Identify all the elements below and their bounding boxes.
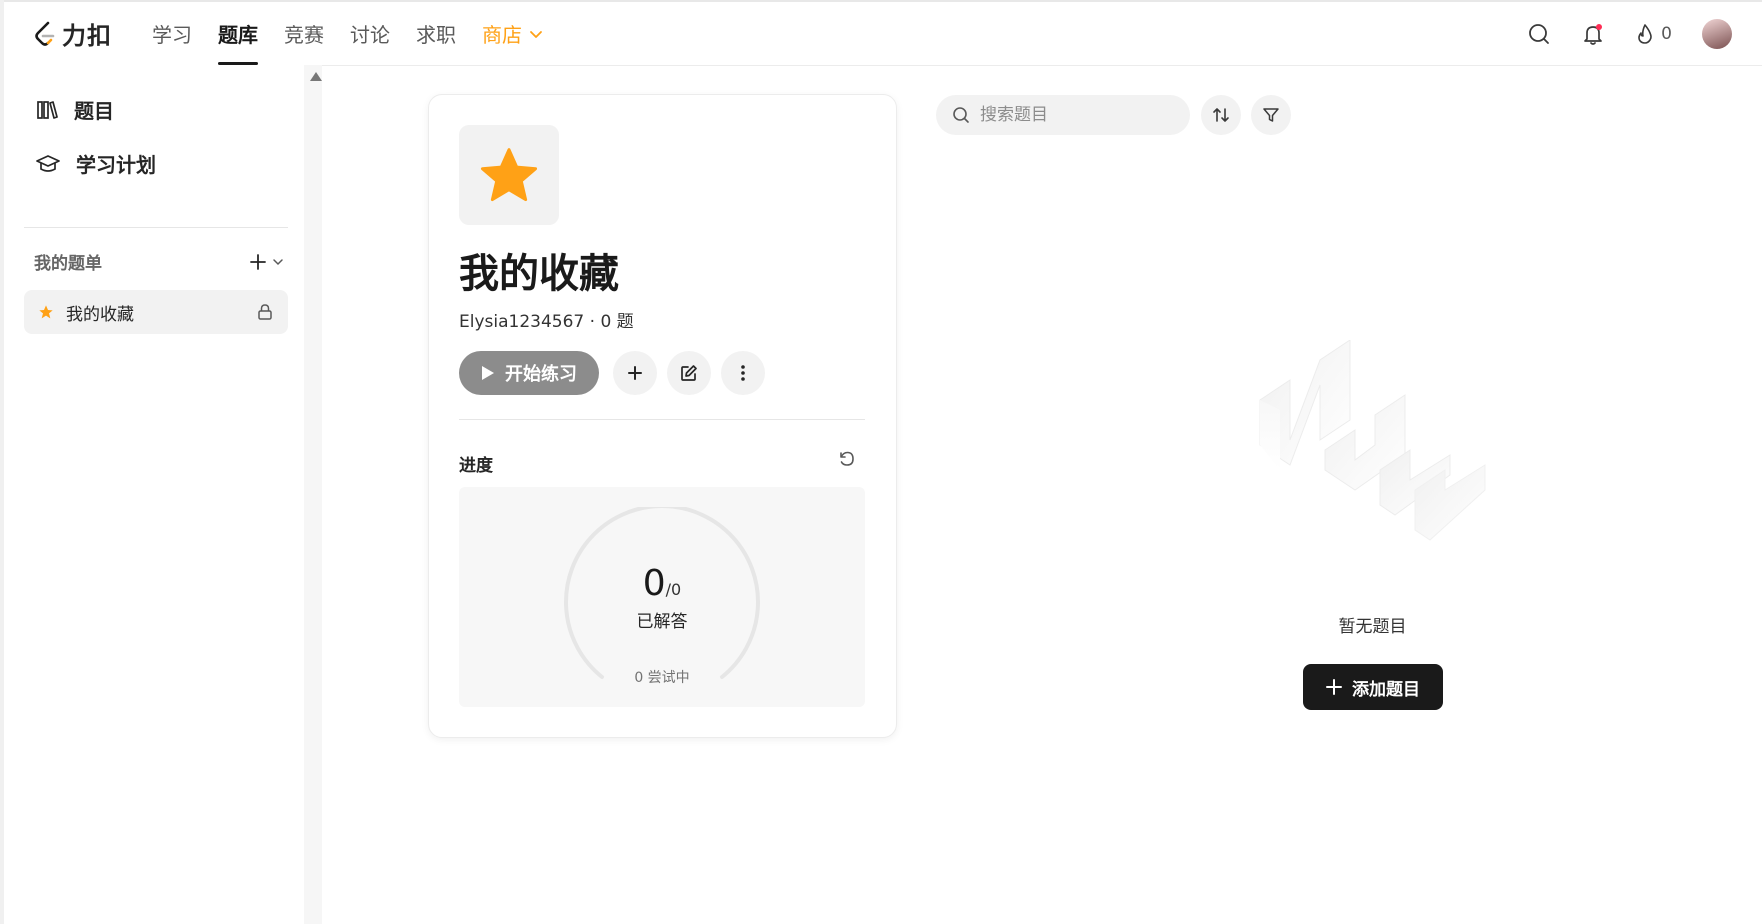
nav-discuss[interactable]: 讨论 [350, 2, 390, 65]
bell-icon [1584, 23, 1603, 45]
scroll-up-arrow-icon[interactable] [310, 72, 322, 81]
search-input[interactable] [978, 104, 1172, 126]
add-list-button[interactable] [250, 253, 284, 270]
search-icon [953, 107, 969, 123]
list-title: 我的收藏 [459, 251, 619, 297]
solved-count: 0/0 [459, 563, 865, 604]
search-bar [936, 95, 1190, 135]
my-lists-header: 我的题单 [34, 249, 284, 274]
add-problem-cta-button[interactable]: 添加题目 [1303, 664, 1443, 710]
logo-text: 力扣 [62, 22, 112, 50]
search-button[interactable] [1527, 22, 1551, 46]
sidebar-item-study-plan[interactable]: 学习计划 [36, 149, 156, 178]
null-illustration-icon [1259, 340, 1486, 541]
leetcode-logo-icon [35, 21, 55, 46]
nav-jobs-label: 求职 [416, 23, 456, 47]
nav-jobs[interactable]: 求职 [416, 2, 456, 65]
plus-icon [628, 366, 642, 380]
favorites-card: 我的收藏 Elysia1234567 · 0 题 开始练习 进度 0/0 已解答… [428, 94, 897, 738]
sidebar-divider [24, 227, 288, 228]
star-icon [39, 305, 53, 319]
attempting-count: 0 尝试中 [634, 670, 690, 686]
reset-icon [840, 451, 854, 466]
filter-button[interactable] [1251, 95, 1291, 135]
favorite-list-label: 我的收藏 [66, 304, 134, 325]
sort-button[interactable] [1201, 95, 1241, 135]
total-number: /0 [665, 580, 682, 599]
search-icon [1529, 23, 1550, 44]
logo[interactable]: 力扣 [34, 16, 112, 51]
avatar[interactable] [1702, 18, 1732, 49]
edit-list-button[interactable] [667, 351, 711, 395]
plus-icon [1326, 679, 1342, 695]
streak-count: 0 [1661, 23, 1672, 44]
nav-study[interactable]: 学习 [152, 2, 192, 65]
more-options-button[interactable] [721, 351, 765, 395]
solved-label: 已解答 [636, 612, 688, 632]
plus-icon [250, 253, 266, 270]
graduation-cap-icon [36, 154, 60, 172]
card-divider [459, 419, 865, 420]
sidebar: 题目 学习计划 我的题单 我的收藏 [4, 65, 305, 924]
nav-store-label: 商店 [482, 23, 522, 47]
reset-progress-button[interactable] [837, 449, 857, 473]
star-icon [480, 148, 538, 202]
list-meta: Elysia1234567 · 0 题 [459, 312, 634, 332]
nav-store[interactable]: 商店 [482, 2, 544, 65]
edit-icon [681, 365, 697, 381]
lock-icon [258, 304, 272, 320]
list-cover [459, 125, 559, 225]
nav-problemset[interactable]: 题库 [218, 2, 258, 65]
progress-heading: 进度 [459, 456, 493, 476]
start-practice-button[interactable]: 开始练习 [459, 351, 599, 395]
chevron-down-icon [530, 30, 542, 38]
nav-discuss-label: 讨论 [350, 23, 390, 47]
main-nav: 学习 题库 竞赛 讨论 求职 商店 [152, 2, 570, 65]
library-icon [37, 100, 58, 119]
progress-panel: 0/0 已解答 0 尝试中 [459, 487, 865, 707]
start-practice-label: 开始练习 [505, 364, 577, 385]
sidebar-item-label: 题目 [74, 99, 114, 123]
top-navbar: 力扣 学习 题库 竞赛 讨论 求职 商店 0 [4, 2, 1762, 66]
nav-study-label: 学习 [152, 23, 192, 47]
chevron-down-icon [273, 258, 283, 265]
empty-state-text: 暂无题目 [1338, 617, 1407, 637]
nav-problemset-label: 题库 [218, 23, 258, 47]
nav-contest-label: 竞赛 [284, 23, 324, 47]
sort-icon [1213, 108, 1229, 122]
filter-icon [1263, 108, 1279, 122]
sidebar-list-favorites[interactable]: 我的收藏 [24, 290, 288, 334]
add-problem-label: 添加题目 [1352, 679, 1420, 700]
sidebar-item-label: 学习计划 [76, 153, 156, 177]
flame-icon [1638, 23, 1652, 44]
header-actions: 0 [1527, 2, 1732, 65]
play-icon [482, 366, 494, 380]
sidebar-item-problems[interactable]: 题目 [36, 95, 114, 124]
nav-contest[interactable]: 竞赛 [284, 2, 324, 65]
add-problem-button[interactable] [613, 351, 657, 395]
solved-number: 0 [642, 563, 666, 604]
notification-button[interactable] [1581, 22, 1605, 46]
streak-counter[interactable]: 0 [1635, 23, 1672, 45]
my-lists-heading: 我的题单 [34, 254, 102, 274]
scrollbar-track[interactable] [304, 65, 322, 924]
more-vertical-icon [741, 365, 745, 381]
